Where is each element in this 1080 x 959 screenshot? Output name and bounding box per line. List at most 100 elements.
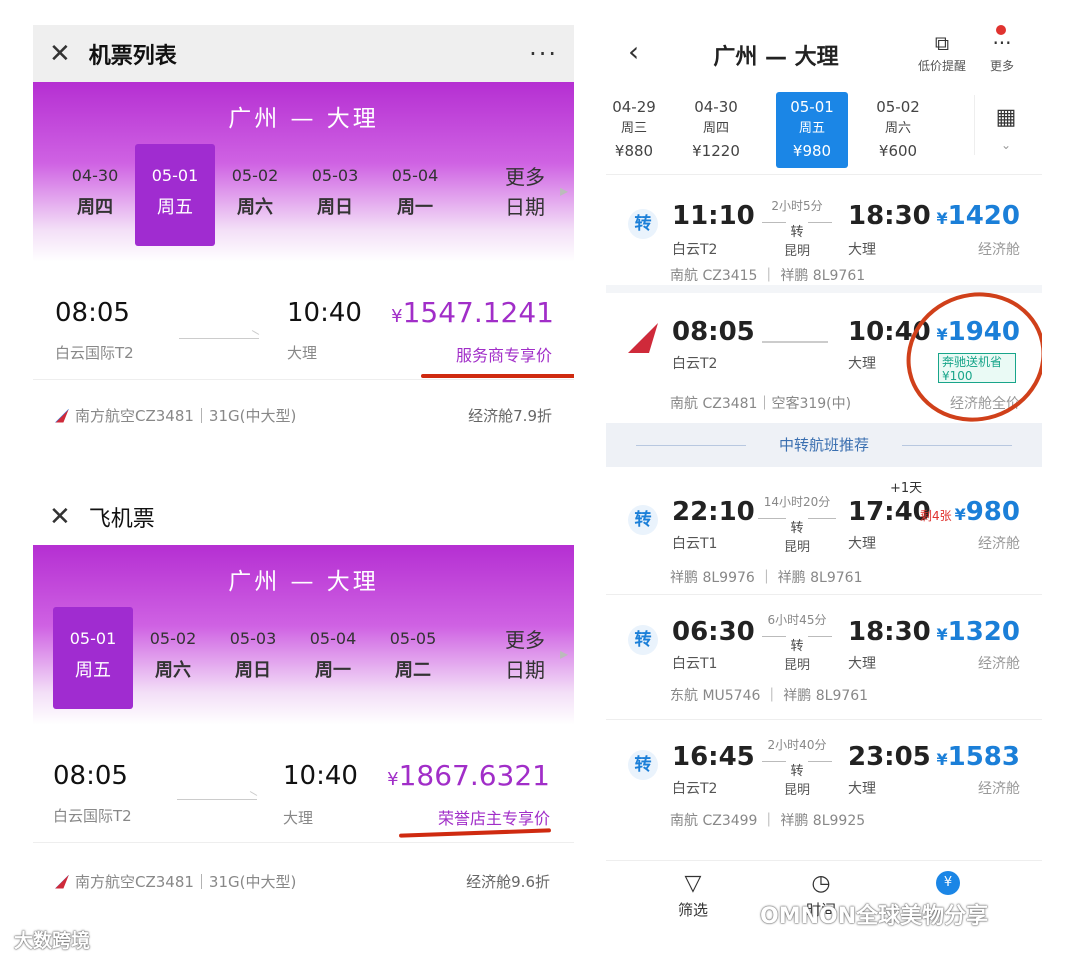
airline-info: 南航 CZ3481｜空客319(中): [670, 396, 852, 412]
price-tag: 服务商专享价: [455, 346, 552, 365]
close-icon[interactable]: ✕: [49, 39, 71, 69]
route-title: 广州 — 大理: [228, 569, 379, 595]
depart-time: 08:05: [672, 317, 755, 347]
airline-info: 祥鹏 8L9976 ｜ 祥鹏 8L9761: [670, 570, 863, 586]
depart-airport: 白云T2: [672, 781, 718, 797]
chart-icon: ⧉: [934, 31, 950, 55]
cabin-class: 经济舱: [978, 781, 1020, 797]
flight-card[interactable]: 转 06:30 白云T1 6小时45分转昆明 18:30 大理 ¥1320 经济…: [606, 595, 1042, 720]
direct-line: [762, 341, 828, 343]
flight-info-row: 南方航空CZ3481｜31G(中大型) 经济舱9.6折: [33, 843, 574, 915]
price-tag: 荣誉店主专享价: [437, 809, 550, 828]
header-bar: ‹ 广州 — 大理 ⧉ 低价提醒 ··· 更多: [606, 25, 1042, 85]
arrive-time: 17:40: [848, 497, 931, 527]
depart-airport: 白云国际T2: [53, 807, 132, 825]
airline-info: 南航 CZ3499 ｜ 祥鹏 8L9925: [670, 813, 866, 829]
transfer-info: 2小时40分转昆明: [762, 736, 832, 798]
date-tab[interactable]: 04-29 周三 ¥880: [606, 92, 668, 168]
more-icon[interactable]: ···: [529, 40, 558, 68]
underline-annotation: [421, 374, 574, 378]
page-title: 广州 — 大理: [713, 45, 839, 70]
watermark-right: OMNON全球美物分享: [760, 904, 989, 929]
underline-annotation: [398, 828, 552, 838]
transfer-badge: 转: [628, 209, 658, 239]
airline-logo-icon: [628, 323, 658, 353]
date-tab[interactable]: 05-02 周六: [133, 607, 213, 709]
transfer-badge: 转: [628, 625, 658, 655]
flight-price: ¥1583: [936, 742, 1020, 772]
filter-button[interactable]: ▽ 筛选: [678, 871, 708, 920]
more-dates-button[interactable]: 更多 日期: [496, 607, 568, 685]
flight-card[interactable]: 08:05 白云国际T2 10:40 大理 ¥1547.1241 服务商专享价: [33, 262, 574, 380]
cabin-class: 经济舱9.6折: [466, 873, 550, 891]
date-selector: 04-30 周四 05-01 周五 05-02 周六 05-03 周日 05-04 周一 …: [33, 144, 574, 254]
page-title: 飞机票: [88, 506, 155, 532]
depart-airport: 白云T2: [672, 356, 718, 372]
price-sort-button[interactable]: ¥: [936, 871, 960, 899]
arrive-airport: 大理: [283, 809, 314, 827]
arrow-icon: [177, 799, 257, 800]
depart-airport: 白云T2: [672, 242, 718, 258]
arrive-airport: 大理: [848, 781, 876, 797]
airline-logo-icon: [55, 874, 69, 889]
date-tab-selected[interactable]: 05-01 周五 ¥980: [776, 91, 848, 168]
transfer-badge: 转: [628, 505, 658, 535]
date-tab[interactable]: 05-05 周二: [373, 607, 453, 709]
depart-airport: 白云T1: [672, 656, 718, 672]
date-tab[interactable]: 05-04 周一: [293, 607, 373, 709]
seats-remaining: 剩4张: [920, 509, 952, 523]
calendar-icon[interactable]: ▦ ⌄: [974, 95, 1028, 155]
arrive-airport: 大理: [848, 242, 876, 258]
price-icon: ¥: [936, 871, 960, 895]
transfer-info: 14小时20分转昆明: [758, 493, 836, 555]
arrive-time: 10:40: [283, 761, 358, 791]
filter-icon: ▽: [684, 871, 702, 896]
date-tab[interactable]: 05-02 周六 ¥600: [860, 92, 936, 168]
flight-card[interactable]: 转 22:10 白云T1 14小时20分转昆明 +1天 17:40 大理 剩4张…: [606, 467, 1042, 595]
airline-logo-icon: [55, 408, 69, 423]
flight-price: ¥1420: [936, 201, 1020, 231]
cabin-class: 经济舱: [978, 536, 1020, 552]
arrive-airport: 大理: [287, 344, 318, 362]
route-title: 广州 — 大理: [228, 106, 379, 132]
depart-time: 16:45: [672, 742, 755, 772]
cabin-class: 经济舱: [978, 242, 1020, 258]
flight-list-panel-3: ‹ 广州 — 大理 ⧉ 低价提醒 ··· 更多 04-29 周三 ¥880 04-30 周…: [606, 25, 1042, 938]
header-bar: ✕ 机票列表 ···: [33, 25, 574, 82]
flight-price: ¥1547.1241: [391, 296, 554, 329]
depart-airport: 白云T1: [672, 536, 718, 552]
flight-price: ¥1867.6321: [387, 759, 550, 792]
low-price-alert-button[interactable]: ⧉ 低价提醒: [912, 31, 972, 74]
transfer-info: 2小时5分转昆明: [762, 197, 832, 259]
route-banner: 广州 — 大理 05-01 周五 05-02 周六 05-03 周日 05-04 周一 …: [33, 545, 574, 725]
flight-card[interactable]: 08:05 白云国际T2 10:40 大理 ¥1867.6321 荣誉店主专享价: [33, 725, 574, 843]
depart-time: 08:05: [55, 298, 130, 328]
next-day-mark: +1天: [890, 481, 923, 496]
date-tab[interactable]: 05-02 周六: [215, 144, 295, 246]
arrive-time: 10:40: [287, 298, 362, 328]
date-tab[interactable]: 05-04 周一: [375, 144, 455, 246]
arrive-airport: 大理: [848, 356, 876, 372]
more-button[interactable]: ··· 更多: [980, 25, 1024, 74]
date-tab[interactable]: 04-30 周四 ¥1220: [668, 92, 764, 168]
transfer-badge: 转: [628, 750, 658, 780]
watermark-left: 大数跨境: [14, 930, 91, 952]
date-tab[interactable]: 05-03 周日: [213, 607, 293, 709]
arrow-icon: [179, 338, 259, 339]
arrive-time: 18:30: [848, 617, 931, 647]
date-tab-selected[interactable]: 05-01 周五: [135, 144, 215, 246]
date-tab-selected[interactable]: 05-01 周五: [53, 607, 133, 709]
airline-info: 南航 CZ3415 ｜ 祥鹏 8L9761: [670, 268, 866, 284]
date-tab[interactable]: 05-03 周日: [295, 144, 375, 246]
clock-icon: ◷: [811, 871, 831, 896]
transfer-info: 6小时45分转昆明: [762, 611, 832, 673]
close-icon[interactable]: ✕: [49, 502, 71, 532]
flight-price: ¥980: [954, 497, 1020, 527]
date-tab[interactable]: 04-30 周四: [55, 144, 135, 246]
arrive-time: 23:05: [848, 742, 931, 772]
arrive-time: 18:30: [848, 201, 931, 231]
flight-card[interactable]: 转 11:10 白云T2 2小时5分转昆明 18:30 大理 ¥1420 经济舱…: [606, 175, 1042, 293]
cabin-class: 经济舱7.9折: [468, 407, 552, 425]
flight-card[interactable]: 转 16:45 白云T2 2小时40分转昆明 23:05 大理 ¥1583 经济…: [606, 720, 1042, 838]
more-dates-button[interactable]: 更多 日期: [496, 144, 568, 222]
